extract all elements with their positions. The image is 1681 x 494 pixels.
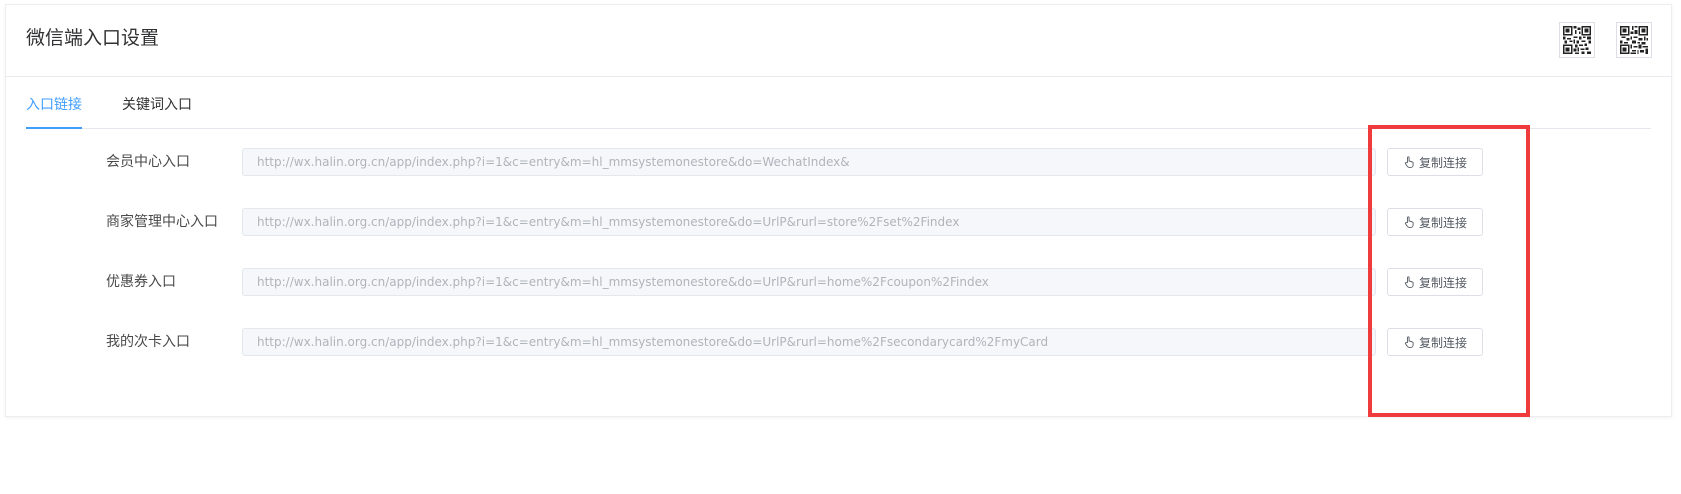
hand-pointer-icon [1403, 336, 1415, 348]
copy-link-button[interactable]: 复制连接 [1387, 208, 1483, 236]
entry-row-member-center: 会员中心入口 复制连接 [6, 147, 1671, 177]
qr-code-icon[interactable] [1616, 22, 1652, 58]
entry-url-input[interactable] [242, 148, 1376, 176]
row-label: 我的次卡入口 [106, 334, 190, 350]
copy-link-button[interactable]: 复制连接 [1387, 268, 1483, 296]
entry-url-input[interactable] [242, 208, 1376, 236]
copy-link-button[interactable]: 复制连接 [1387, 148, 1483, 176]
row-label: 商家管理中心入口 [106, 214, 218, 230]
hand-pointer-icon [1403, 276, 1415, 288]
copy-link-label: 复制连接 [1418, 155, 1467, 170]
entry-settings-card: 微信端入口设置 入口链接 关键词入口 会员中心入口 复制连接 [5, 4, 1672, 417]
entry-row-my-card: 我的次卡入口 复制连接 [6, 327, 1671, 357]
active-tab-indicator [26, 127, 82, 129]
copy-link-label: 复制连接 [1418, 275, 1467, 290]
row-label: 会员中心入口 [106, 154, 190, 170]
card-header: 微信端入口设置 [6, 5, 1671, 77]
tab-bar: 入口链接 关键词入口 [26, 77, 1651, 129]
entry-row-merchant-center: 商家管理中心入口 复制连接 [6, 207, 1671, 237]
copy-link-button[interactable]: 复制连接 [1387, 328, 1483, 356]
hand-pointer-icon [1403, 156, 1415, 168]
hand-pointer-icon [1403, 216, 1415, 228]
row-label: 优惠券入口 [106, 274, 176, 290]
tab-keyword-entry[interactable]: 关键词入口 [122, 95, 192, 115]
copy-link-label: 复制连接 [1418, 215, 1467, 230]
qr-code-icon[interactable] [1559, 22, 1595, 58]
tab-entry-links[interactable]: 入口链接 [26, 95, 82, 115]
copy-link-label: 复制连接 [1418, 335, 1467, 350]
entry-row-coupon: 优惠券入口 复制连接 [6, 267, 1671, 297]
entry-url-input[interactable] [242, 328, 1376, 356]
page-title: 微信端入口设置 [26, 27, 160, 49]
entry-url-input[interactable] [242, 268, 1376, 296]
